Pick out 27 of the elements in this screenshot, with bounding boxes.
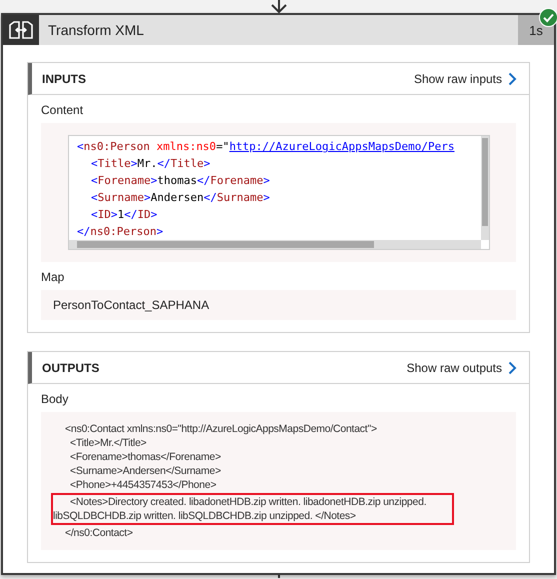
- section-title: OUTPUTS: [42, 360, 100, 374]
- section-title: INPUTS: [42, 72, 86, 86]
- transform-icon: [9, 21, 33, 39]
- code-line: <Surname>Andersen</Surname>: [90, 190, 271, 206]
- code-line: <ns0:Person xmlns:ns0="http://AzureLogicAppsMapsDemo/Pers: [77, 139, 456, 155]
- code-line: <Title>Mr.</Title>: [90, 156, 212, 172]
- card-title: Transform XML: [47, 21, 145, 40]
- body-line: <Surname>Andersen</Surname>: [69, 464, 222, 478]
- show-raw-link[interactable]: Show raw outputs: [406, 360, 517, 374]
- code-line: <Forename>thomas</Forename>: [90, 173, 271, 189]
- chevron-right-icon: [508, 360, 517, 374]
- code-line: </ns0:Person>: [77, 224, 164, 240]
- show-raw-link[interactable]: Show raw inputs: [414, 72, 517, 86]
- card-header[interactable]: Transform XML 1s: [3, 15, 554, 45]
- field-label: Content: [41, 103, 84, 117]
- field-label: Map: [41, 270, 66, 284]
- code-line: <ID>1</ID>: [90, 207, 158, 223]
- chevron-right-icon: [508, 72, 517, 86]
- map-value: PersonToContact_SAPHANA: [41, 290, 516, 320]
- body-line: </ns0:Contact>: [64, 526, 134, 540]
- body-line: <Forename>thomas</Forename>: [69, 450, 222, 464]
- field-label: Body: [41, 392, 70, 406]
- vertical-scrollbar[interactable]: [481, 136, 489, 240]
- body-line: <Phone>+4454357453</Phone>: [69, 478, 218, 492]
- body-line: <Title>Mr.</Title>: [69, 436, 148, 450]
- horizontal-scrollbar[interactable]: [69, 240, 481, 249]
- body-line: <ns0:Contact xmlns:ns0="http://AzureLogicAppsMapsDemo/Contact">: [64, 422, 378, 436]
